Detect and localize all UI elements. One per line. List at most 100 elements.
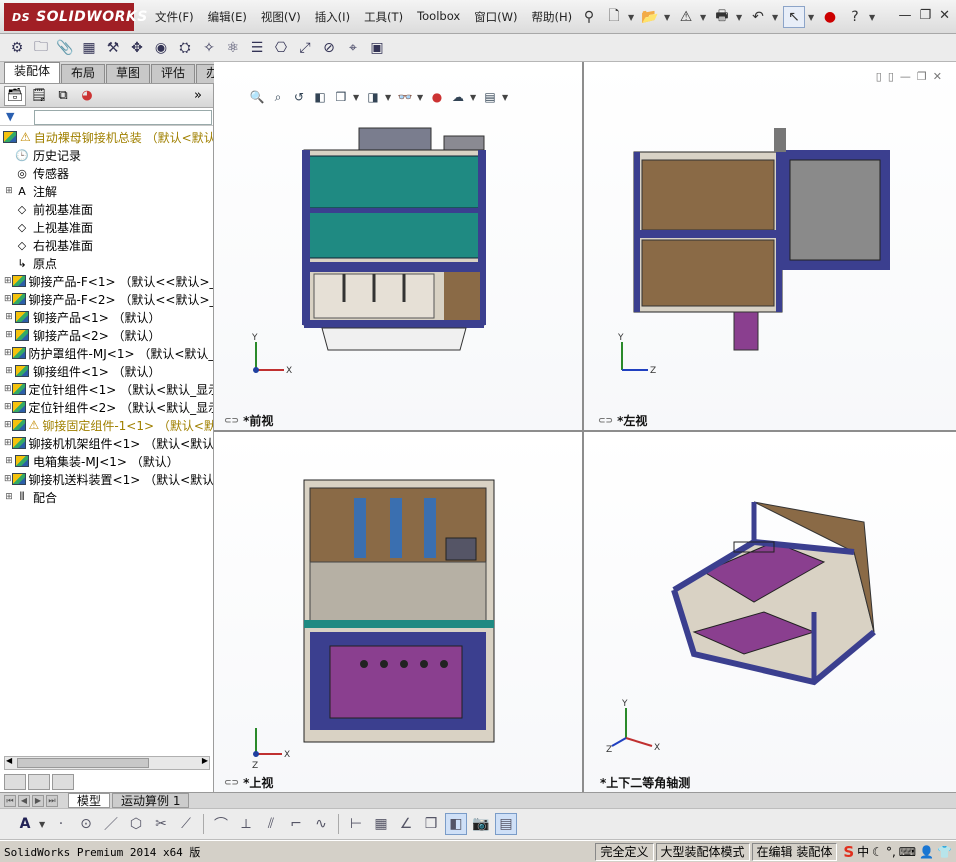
punctuation-icon[interactable]: °,	[886, 845, 896, 859]
select-cursor-icon[interactable]: ↖	[783, 6, 805, 28]
viewport-vertical-divider[interactable]	[582, 62, 584, 792]
menu-item[interactable]: 工具(T)	[357, 9, 410, 25]
property-manager-tab-icon[interactable]: 🗒	[28, 86, 50, 106]
model-tab[interactable]: 运动算例 1	[112, 793, 190, 808]
viewport-horizontal-divider[interactable]	[214, 430, 956, 432]
new-part-icon[interactable]: 🗀	[30, 37, 52, 59]
tree-item[interactable]: ⊞ 防护罩组件-MJ<1> （默认<默认_	[0, 344, 213, 362]
smart-fastener-icon[interactable]: ⚒	[102, 37, 124, 59]
traffic-light-icon[interactable]: ●	[819, 6, 841, 28]
filter-icon[interactable]: ▼	[6, 110, 14, 123]
feature-manager-tab-icon[interactable]: 🗃	[4, 85, 26, 106]
tree-item[interactable]: ⊞ 铆接产品-F<2> （默认<<默认>_显	[0, 290, 213, 308]
viewport-left[interactable]: ▯ ▯ — ❐ ✕ YZ ⊂⊃ *左视	[584, 62, 956, 430]
show-hidden-icon[interactable]: ◉	[150, 37, 172, 59]
instant3d-icon[interactable]: ▣	[366, 37, 388, 59]
tree-item[interactable]: ◇ 右视基准面	[0, 236, 213, 254]
tree-item[interactable]: ⊞ 电箱集装-MJ<1> （默认）	[0, 452, 213, 470]
print-icon[interactable]: 🖶	[711, 6, 733, 28]
command-tab[interactable]: 装配体	[4, 62, 61, 83]
mate-icon[interactable]: 📎	[54, 37, 76, 59]
expand-icon[interactable]: ⊞	[4, 294, 12, 304]
tree-item[interactable]: ⊞ ⚠ 铆接固定组件-1<1> （默认<默	[0, 416, 213, 434]
last-tab-icon[interactable]: ⏭	[46, 794, 58, 807]
tree-item[interactable]: ⊞ A 注解	[0, 182, 213, 200]
menu-item[interactable]: 编辑(E)	[201, 9, 254, 25]
next-tab-icon[interactable]: ▶	[32, 794, 44, 807]
expand-icon[interactable]: ⊞	[4, 492, 14, 502]
first-tab-icon[interactable]: ⏮	[4, 794, 16, 807]
scroll-left-icon[interactable]: ◀	[6, 756, 12, 765]
expand-icon[interactable]: ⊞	[4, 420, 12, 430]
chevron-down-icon[interactable]: ▼	[772, 13, 780, 22]
offset-icon[interactable]: ⌒	[210, 813, 232, 835]
open-folder-icon[interactable]: 📂	[639, 6, 661, 28]
ime-language[interactable]: 中	[857, 843, 869, 860]
scroll-right-icon[interactable]: ▶	[202, 756, 208, 765]
tree-item[interactable]: ⊞ 定位针组件<1> （默认<默认_显示	[0, 380, 213, 398]
tree-filter-input[interactable]	[34, 110, 212, 125]
configuration-manager-tab-icon[interactable]: ⧉	[52, 86, 74, 106]
chevron-down-icon[interactable]: ▼	[869, 13, 877, 22]
linear-pattern-icon[interactable]: ▦	[78, 37, 100, 59]
viewport-top[interactable]: XZ ⊂⊃ *上视	[214, 432, 582, 792]
shaded-box-icon[interactable]: ◧	[445, 813, 467, 835]
user-icon[interactable]: 👤	[919, 845, 934, 859]
chevron-down-icon[interactable]: ▼	[39, 820, 47, 829]
reference-geometry-icon[interactable]: ✧	[198, 37, 220, 59]
shirt-icon[interactable]: 👕	[937, 845, 952, 859]
expand-icon[interactable]: ⊞	[4, 276, 12, 286]
bill-of-materials-icon[interactable]: ☰	[246, 37, 268, 59]
expand-icon[interactable]: ⊞	[4, 348, 12, 358]
expand-icon[interactable]: ⊞	[4, 186, 14, 196]
corner-rectangle-icon[interactable]: ⌐	[285, 813, 307, 835]
minimize-icon[interactable]: —	[898, 8, 911, 23]
menu-item[interactable]: Toolbox	[410, 9, 467, 25]
assembly-features-icon[interactable]: ⛭	[174, 37, 196, 59]
polygon-icon[interactable]: ⬡	[125, 813, 147, 835]
menu-item[interactable]: 文件(F)	[148, 9, 201, 25]
property-mini-icon[interactable]	[28, 774, 50, 790]
centerline-icon[interactable]: ⟋	[175, 813, 197, 835]
expand-icon[interactable]: ⊞	[4, 402, 12, 412]
insert-component-icon[interactable]: ⚙	[6, 37, 28, 59]
chevron-down-icon[interactable]: ▼	[808, 13, 816, 22]
viewport-close-icon[interactable]: ✕	[933, 70, 942, 83]
graphics-area[interactable]: 🔍 ⌕ ↺ ◧ ❒ ▼ ◨ ▼ 👓 ▼ ● ☁ ▼ ▤ ▼ Y X ⊂⊃ *前视…	[214, 62, 956, 792]
keyboard-icon[interactable]: ⌨	[899, 845, 916, 859]
display-mini-icon[interactable]	[52, 774, 74, 790]
command-tab[interactable]: 布局	[61, 64, 106, 83]
table-icon[interactable]: ▤	[495, 813, 517, 835]
tree-item[interactable]: ⊞ ⫴ 配合	[0, 488, 213, 506]
tree-item[interactable]: ◎ 传感器	[0, 164, 213, 182]
tree-item[interactable]: ↳ 原点	[0, 254, 213, 272]
moon-icon[interactable]: ☾	[872, 845, 883, 859]
tree-item[interactable]: ⚠ 自动裸母铆接机总装 （默认<默认	[0, 128, 213, 146]
close-icon[interactable]: ✕	[939, 8, 950, 23]
warning-icon[interactable]: ⚠	[675, 6, 697, 28]
command-tab[interactable]: 评估	[151, 64, 196, 83]
trim-icon[interactable]: ✂	[150, 813, 172, 835]
new-motion-study-icon[interactable]: ⚛	[222, 37, 244, 59]
tree-item[interactable]: ⊞ 定位针组件<2> （默认<默认_显示	[0, 398, 213, 416]
move-component-icon[interactable]: ✥	[126, 37, 148, 59]
menu-item[interactable]: 窗口(W)	[467, 9, 524, 25]
dimension-icon[interactable]: ⊢	[345, 813, 367, 835]
chevron-down-icon[interactable]: ▼	[664, 13, 672, 22]
chevron-down-icon[interactable]: ▼	[736, 13, 744, 22]
tree-item[interactable]: ⊞ 铆接产品<1> （默认）	[0, 308, 213, 326]
tree-horizontal-scrollbar[interactable]: ◀ ▶	[4, 756, 210, 770]
pin-icon[interactable]: ⚲	[578, 6, 600, 28]
grid-icon[interactable]: ▦	[370, 813, 392, 835]
expand-icon[interactable]: ⊞	[4, 330, 14, 340]
expand-icon[interactable]: ⊞	[4, 474, 12, 484]
expand-icon[interactable]: ⊞	[4, 456, 14, 466]
slot-icon[interactable]: ⫽	[260, 813, 282, 835]
chevron-down-icon[interactable]: ▼	[700, 13, 708, 22]
menu-item[interactable]: 插入(I)	[308, 9, 357, 25]
expand-icon[interactable]: ⊞	[4, 312, 14, 322]
explode-line-sketch-icon[interactable]: ⤢	[294, 37, 316, 59]
new-document-icon[interactable]: 🗋	[603, 6, 625, 28]
prev-tab-icon[interactable]: ◀	[18, 794, 30, 807]
feature-tree-mini-icon[interactable]	[4, 774, 26, 790]
